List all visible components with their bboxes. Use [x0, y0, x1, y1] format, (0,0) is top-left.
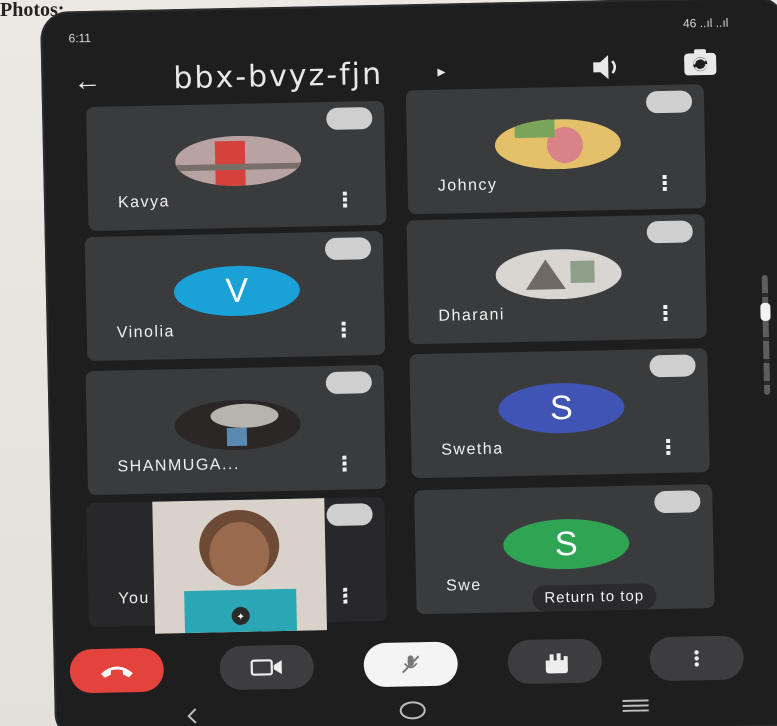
flip-camera-icon[interactable]: [681, 46, 720, 81]
participant-name: You: [118, 589, 150, 608]
mic-off-icon: [326, 503, 373, 527]
speaker-icon[interactable]: [589, 52, 624, 83]
more-vert-icon[interactable]: [665, 439, 671, 455]
self-video-photo: ✦: [152, 498, 328, 634]
more-vert-icon[interactable]: [341, 322, 347, 338]
avatar-photo: [494, 117, 622, 171]
page: Photos: 6:11 46 ..ıl ..ıl ← bbx-bvyz-fjn…: [0, 0, 777, 726]
mic-off-icon: [325, 371, 373, 395]
participant-tile[interactable]: SHANMUGA...: [85, 364, 387, 496]
status-indicators: 46 ..ıl ..ıl: [682, 15, 729, 31]
nav-recents-icon[interactable]: [620, 697, 650, 712]
mic-off-icon: [646, 220, 693, 244]
more-vert-icon[interactable]: [342, 192, 348, 208]
avatar-letter: S: [554, 524, 578, 563]
return-to-top-button[interactable]: Return to top: [532, 583, 657, 612]
more-vert-icon[interactable]: [662, 305, 668, 321]
more-vert-icon[interactable]: [662, 175, 668, 191]
participant-tile[interactable]: S Swetha: [409, 348, 710, 479]
more-vert-icon: [694, 650, 700, 667]
nav-back-icon[interactable]: [185, 707, 201, 725]
svg-text:✦: ✦: [236, 612, 245, 623]
participant-tile[interactable]: V Vinolia: [84, 230, 386, 362]
participant-tile[interactable]: Kavya: [86, 100, 387, 232]
phone-frame: 6:11 46 ..ıl ..ıl ← bbx-bvyz-fjn ▸ Kavya…: [40, 0, 777, 726]
participant-avatar: [174, 134, 302, 188]
chevron-right-icon[interactable]: ▸: [437, 62, 445, 82]
participant-name: Kavya: [117, 193, 171, 212]
participant-avatar: V: [173, 264, 301, 318]
scrollbar-track[interactable]: [761, 274, 771, 395]
system-nav-bar: [54, 686, 777, 726]
back-arrow-icon[interactable]: ←: [73, 65, 102, 97]
participant-name: Swetha: [441, 440, 504, 459]
mic-off-icon: [645, 90, 693, 114]
mic-off-icon: [649, 354, 696, 378]
hand-icon: [545, 653, 568, 674]
participant-tile[interactable]: Johncy: [405, 84, 707, 215]
participant-avatar: S: [497, 381, 625, 435]
more-vert-icon[interactable]: [342, 588, 348, 604]
self-tile[interactable]: ✦ You: [86, 496, 387, 634]
mute-mic-button[interactable]: [363, 641, 459, 688]
raise-hand-button[interactable]: [507, 638, 603, 685]
participant-avatar: S: [502, 517, 630, 571]
participant-name: Johncy: [437, 176, 498, 195]
participant-avatar: [495, 247, 623, 301]
end-call-button[interactable]: [69, 647, 165, 694]
avatar-photo: [174, 398, 302, 452]
avatar-letter: S: [549, 388, 574, 427]
participant-name: Swe: [445, 576, 482, 595]
phone-hangup-icon: [100, 666, 133, 678]
meeting-code-title[interactable]: bbx-bvyz-fjn: [173, 57, 383, 96]
mic-off-icon: [326, 107, 373, 131]
nav-home-icon[interactable]: [399, 700, 427, 721]
mic-off-icon: [402, 655, 420, 674]
participant-name: Vinolia: [116, 323, 176, 342]
more-options-button[interactable]: [649, 635, 745, 682]
avatar-letter: V: [225, 271, 249, 310]
scrollbar-thumb[interactable]: [760, 302, 771, 321]
participant-name: SHANMUGA...: [117, 455, 240, 476]
status-time: 6:11: [68, 30, 92, 46]
participant-tile[interactable]: Dharani: [406, 214, 707, 345]
self-video-preview: ✦: [152, 498, 328, 634]
participant-avatar: [174, 398, 302, 452]
camera-toggle-button[interactable]: [219, 644, 315, 691]
mic-off-icon: [654, 490, 701, 514]
meet-screen: 6:11 46 ..ıl ..ıl ← bbx-bvyz-fjn ▸ Kavya…: [40, 0, 777, 726]
more-vert-icon[interactable]: [341, 456, 347, 472]
mic-off-icon: [324, 237, 372, 261]
participant-name: Dharani: [438, 306, 506, 325]
participant-avatar: [494, 117, 622, 171]
videocam-icon: [250, 659, 282, 676]
avatar-photo: [174, 134, 302, 188]
avatar-photo: [495, 247, 623, 301]
